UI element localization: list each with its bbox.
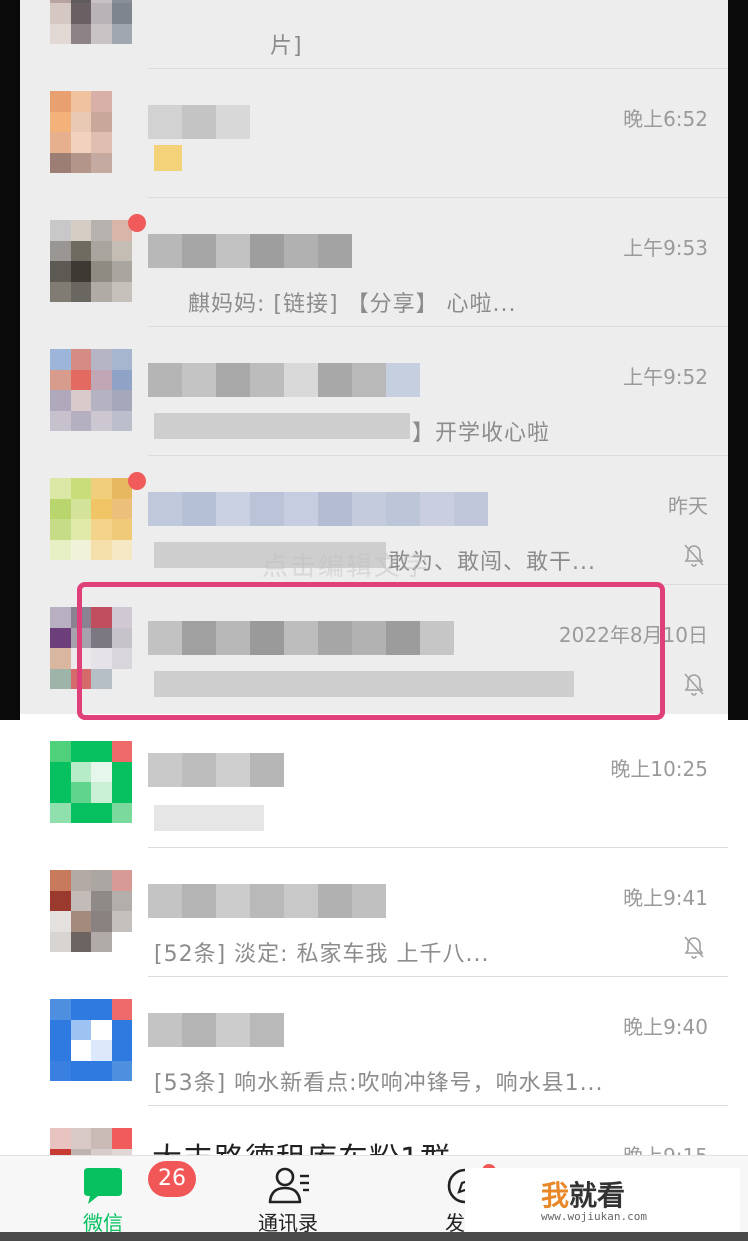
chat-title-blurred xyxy=(148,753,284,787)
highlight-box xyxy=(77,582,665,720)
chat-avatar xyxy=(50,349,132,431)
chat-row[interactable]: 】开学收心啦 上午9:52 xyxy=(20,327,728,456)
chat-title-blurred xyxy=(148,1013,284,1047)
chat-avatar xyxy=(50,91,132,173)
chat-time: 晚上9:40 xyxy=(623,1015,708,1039)
chat-row[interactable]: 片] xyxy=(20,0,728,69)
chat-row[interactable]: 晚上6:52 xyxy=(20,69,728,198)
wechat-chat-list-screen: 片] 晚上6:52 麒妈妈: [链接] 【分享】 心啦... 上午9:53 】开… xyxy=(0,0,748,1241)
chat-preview-blurred xyxy=(154,805,264,831)
chat-row[interactable]: [52条] 淡定: 私家车我 上千八... 晚上9:41 xyxy=(20,848,728,977)
mute-bell-icon xyxy=(684,544,704,567)
mute-bell-icon xyxy=(684,673,704,696)
chat-preview-blurred xyxy=(154,145,182,171)
chat-time: 晚上6:52 xyxy=(623,107,708,131)
chat-time: 晚上10:25 xyxy=(610,757,708,781)
chat-preview-blurred xyxy=(154,413,410,439)
right-dark-edge xyxy=(728,0,748,720)
bottom-dark-strip xyxy=(0,1232,748,1241)
chat-preview: [53条] 响水新看点:吹响冲锋号，响水县1... xyxy=(154,1071,604,1096)
chat-title-blurred xyxy=(148,105,250,139)
chat-preview: [52条] 淡定: 私家车我 上千八... xyxy=(154,942,490,967)
chat-preview: 】开学收心啦 xyxy=(412,421,551,446)
mute-bell-icon xyxy=(684,936,704,959)
tab-contacts[interactable]: 通讯录 xyxy=(213,1156,363,1241)
chat-time: 上午9:52 xyxy=(623,365,708,389)
chat-time: 上午9:53 xyxy=(623,236,708,260)
chat-title-blurred xyxy=(148,234,352,268)
watermark-url: www.wojiukan.com xyxy=(541,1210,647,1223)
watermark-logo-text: 我就看 xyxy=(541,1174,625,1214)
edit-text-overlay: 点击编辑文字 xyxy=(262,552,431,582)
chat-avatar xyxy=(50,999,132,1081)
chat-avatar xyxy=(50,478,132,560)
chat-time: 晚上9:41 xyxy=(623,886,708,910)
watermark-main-chars: 就看 xyxy=(569,1179,626,1212)
unread-dot xyxy=(128,472,146,490)
chat-preview: 麒妈妈: [链接] 【分享】 心啦... xyxy=(188,292,517,317)
contacts-person-icon xyxy=(268,1167,309,1204)
chat-preview: 片] xyxy=(270,34,303,59)
watermark-accent-char: 我 xyxy=(541,1179,570,1212)
chat-row[interactable]: [53条] 响水新看点:吹响冲锋号，响水县1... 晚上9:40 xyxy=(20,977,728,1106)
chat-avatar xyxy=(50,741,132,823)
chat-title-blurred xyxy=(148,884,386,918)
chat-title-blurred xyxy=(148,492,488,526)
chat-row[interactable]: 晚上10:25 xyxy=(20,719,728,848)
chat-avatar xyxy=(50,870,132,952)
unread-count-badge: 26 xyxy=(148,1161,196,1197)
chat-avatar xyxy=(50,220,132,302)
tab-chats[interactable]: 26 微信 xyxy=(28,1156,196,1241)
left-dark-edge xyxy=(0,0,20,720)
chat-bubble-icon xyxy=(84,1168,122,1204)
chat-time: 昨天 xyxy=(668,494,708,518)
unread-dot xyxy=(128,214,146,232)
chat-row[interactable]: 麒妈妈: [链接] 【分享】 心啦... 上午9:53 xyxy=(20,198,728,327)
chat-avatar xyxy=(50,0,132,44)
site-watermark: 我就看 www.wojiukan.com xyxy=(465,1168,740,1232)
chat-title-blurred xyxy=(148,363,420,397)
